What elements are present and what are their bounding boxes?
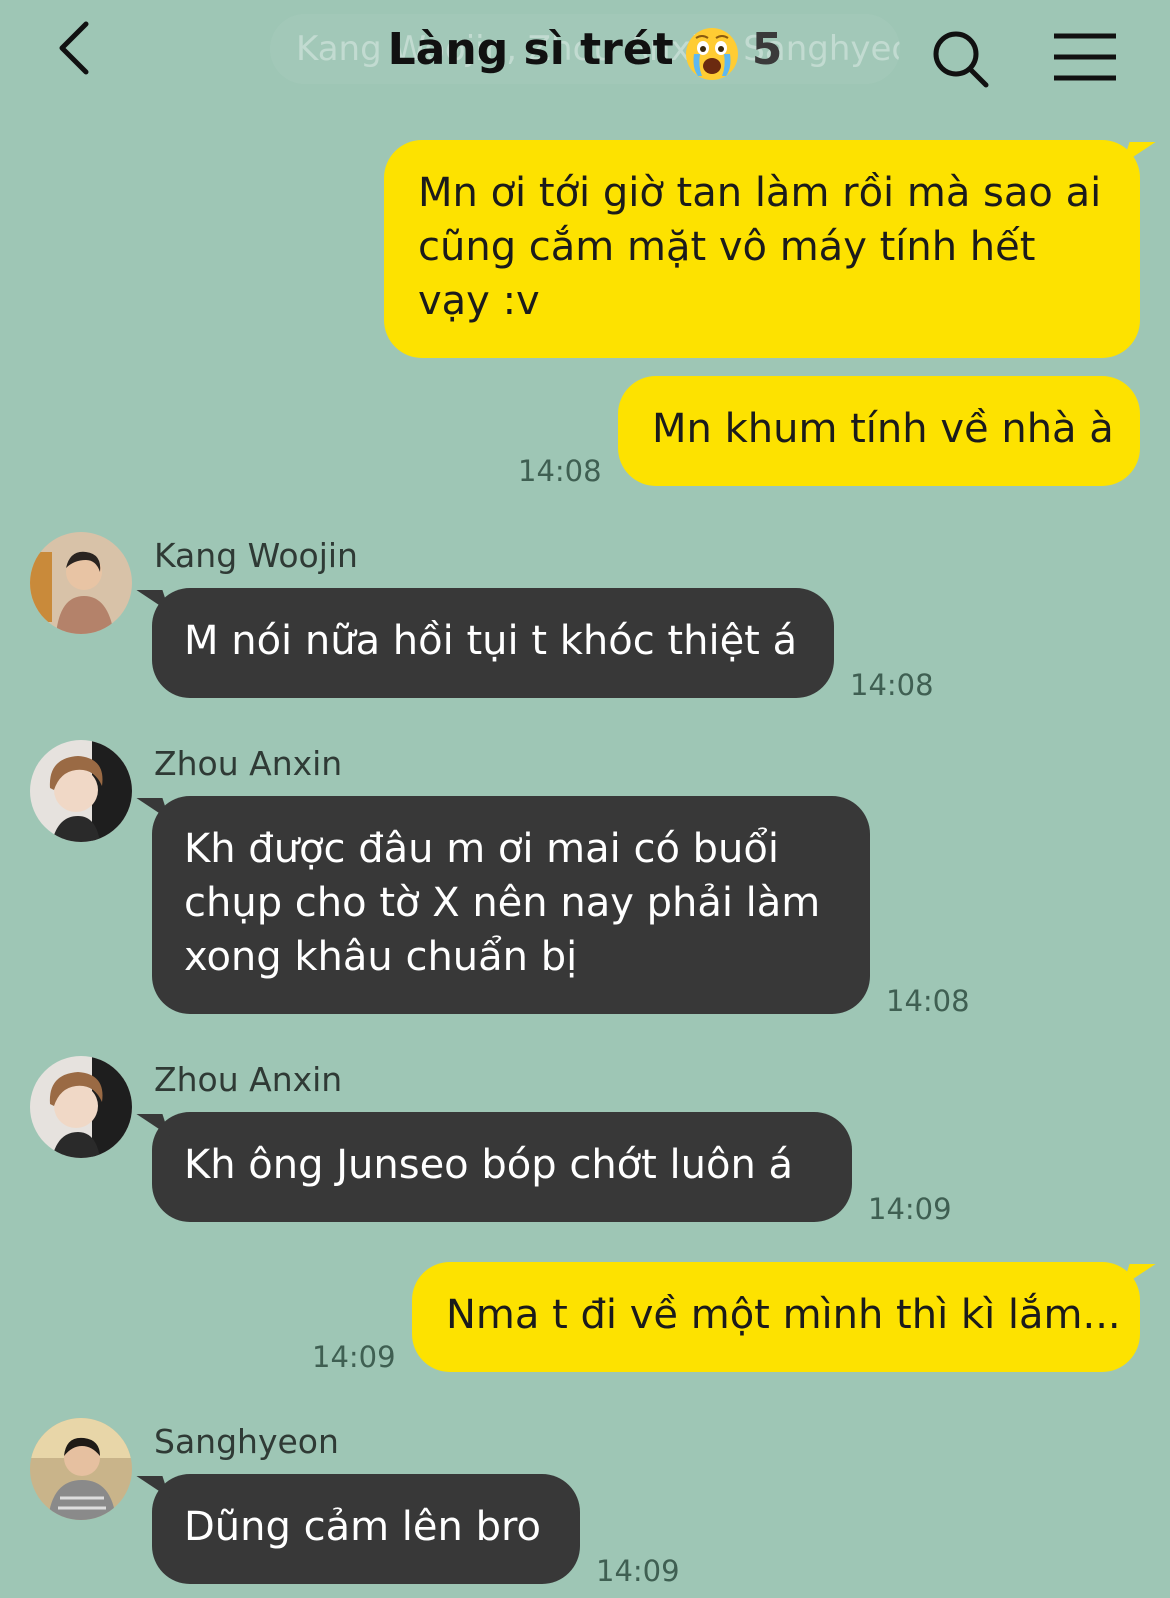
sender-name: Sanghyeon: [154, 1422, 339, 1461]
search-icon: [933, 31, 989, 88]
message-time: 14:08: [518, 454, 602, 488]
avatar-sanghyeon[interactable]: [30, 1418, 132, 1520]
message-text: Nma t đi về một mình thì kì lắm...: [446, 1292, 1121, 1338]
message-bubble-outgoing[interactable]: Mn khum tính về nhà à: [618, 376, 1140, 486]
avatar-zhou-anxin[interactable]: [30, 740, 132, 842]
person-avatar-icon: [30, 532, 132, 634]
sender-name: Zhou Anxin: [154, 1060, 343, 1099]
message-bubble-incoming[interactable]: M nói nữa hồi tụi t khóc thiệt á: [136, 588, 834, 698]
message-text: Dũng cảm lên bro: [184, 1504, 542, 1550]
message-text: Kh ông Junseo bóp chớt luôn á: [184, 1142, 794, 1188]
back-button[interactable]: [50, 18, 110, 78]
message-text: M nói nữa hồi tụi t khóc thiệt á: [184, 618, 798, 664]
crying-face-emoji-icon: [684, 26, 740, 86]
message-time: 14:09: [312, 1340, 396, 1374]
sender-name: Kang Woojin: [154, 536, 358, 575]
menu-button[interactable]: [1052, 30, 1118, 86]
person-avatar-icon: [30, 1056, 132, 1158]
message-bubble-incoming[interactable]: Kh được đâu m ơi mai có buổi chụp cho tờ…: [136, 796, 870, 1014]
chat-title-area[interactable]: Làng sì trét 5: [260, 18, 910, 82]
member-count: 5: [751, 24, 783, 75]
message-time: 14:08: [886, 984, 970, 1018]
message-bubble-outgoing[interactable]: Nma t đi về một mình thì kì lắm...: [412, 1262, 1156, 1372]
person-avatar-icon: [30, 1418, 132, 1520]
message-time: 14:09: [596, 1554, 680, 1588]
message-text: Kh được đâu m ơi mai có buổi chụp cho tờ…: [184, 826, 821, 980]
avatar-kang-woojin[interactable]: [30, 532, 132, 634]
sender-name: Zhou Anxin: [154, 744, 343, 783]
chat-header: Kang Woojin, Zhou Anxin, Sanghyeon, Juns…: [0, 0, 1170, 110]
message-bubble-outgoing[interactable]: Mn ơi tới giờ tan làm rồi mà sao ai cũng…: [384, 140, 1156, 358]
chat-title: Làng sì trét: [387, 24, 674, 75]
message-text: Mn khum tính về nhà à: [652, 406, 1114, 452]
message-time: 14:08: [850, 668, 934, 702]
search-button[interactable]: [930, 28, 994, 92]
message-time: 14:09: [868, 1192, 952, 1226]
message-bubble-incoming[interactable]: Dũng cảm lên bro: [136, 1474, 580, 1584]
avatar-zhou-anxin[interactable]: [30, 1056, 132, 1158]
hamburger-menu-icon: [1054, 33, 1116, 81]
chevron-left-icon: [59, 21, 89, 75]
person-avatar-icon: [30, 740, 132, 842]
message-bubble-incoming[interactable]: Kh ông Junseo bóp chớt luôn á: [136, 1112, 852, 1222]
message-text: Mn ơi tới giờ tan làm rồi mà sao ai cũng…: [418, 170, 1102, 324]
